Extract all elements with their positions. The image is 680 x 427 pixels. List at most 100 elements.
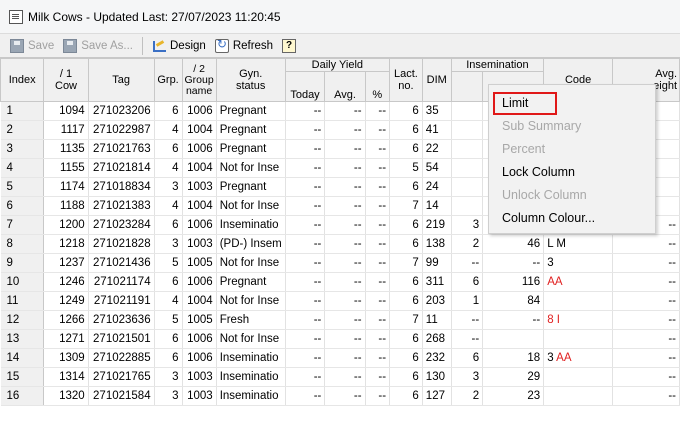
cell-group[interactable]: 1006 <box>182 139 217 159</box>
cell-percent[interactable]: -- <box>365 215 391 235</box>
cell-dim[interactable]: 127 <box>422 386 452 406</box>
cell-group[interactable]: 1003 <box>182 177 217 197</box>
cell-today[interactable]: -- <box>285 158 326 178</box>
cell-index[interactable]: 14 <box>0 348 45 368</box>
cell-tag[interactable]: 271021501 <box>88 329 155 349</box>
cell-tag[interactable]: 271021584 <box>88 386 155 406</box>
cell-tag[interactable]: 271018834 <box>88 177 155 197</box>
cell-avg[interactable]: -- <box>324 348 366 368</box>
cell-insemination-count[interactable]: 3 <box>451 367 484 387</box>
cell-cow[interactable]: 1188 <box>43 196 89 216</box>
cell-today[interactable]: -- <box>285 139 326 159</box>
cell-tag[interactable]: 271021814 <box>88 158 155 178</box>
cell-lact-no[interactable]: 7 <box>389 253 423 273</box>
cell-tag[interactable]: 271021174 <box>88 272 155 292</box>
cell-tag[interactable]: 271021828 <box>88 234 155 254</box>
cell-percent[interactable]: -- <box>365 367 391 387</box>
cell-dim[interactable]: 232 <box>422 348 452 368</box>
cell-insemination-count[interactable] <box>451 158 484 178</box>
cell-tag[interactable]: 271022885 <box>88 348 155 368</box>
save-as-button[interactable]: Save As... <box>63 38 133 53</box>
cell-avg-weight[interactable]: -- <box>612 348 680 368</box>
cell-code[interactable] <box>543 367 614 387</box>
cell-gyn-status[interactable]: Not for Inse <box>216 291 286 311</box>
cell-group[interactable]: 1004 <box>182 120 217 140</box>
cell-avg[interactable]: -- <box>324 158 366 178</box>
cell-today[interactable]: -- <box>285 234 326 254</box>
cell-index[interactable]: 6 <box>0 196 45 216</box>
cell-percent[interactable]: -- <box>365 386 391 406</box>
cell-lact-no[interactable]: 6 <box>389 386 423 406</box>
cell-grp[interactable]: 3 <box>154 367 183 387</box>
cell-dim[interactable]: 14 <box>422 196 452 216</box>
cell-today[interactable]: -- <box>285 329 326 349</box>
table-row[interactable]: 11 1249 271021191 4 1004 Not for Inse -- -- -- 6 2… <box>0 291 680 311</box>
cell-grp[interactable]: 5 <box>154 310 183 330</box>
cell-lact-no[interactable]: 6 <box>389 120 423 140</box>
cell-group[interactable]: 1006 <box>182 215 217 235</box>
help-button[interactable]: ? <box>282 38 300 53</box>
cell-gyn-status[interactable]: Inseminatio <box>216 367 286 387</box>
cell-insemination-count[interactable] <box>451 120 484 140</box>
cell-grp[interactable]: 3 <box>154 234 183 254</box>
cell-tag[interactable]: 271021191 <box>88 291 155 311</box>
cell-index[interactable]: 9 <box>0 253 45 273</box>
cell-insemination-count[interactable]: 1 <box>451 291 484 311</box>
cell-dim[interactable]: 11 <box>422 310 452 330</box>
cell-lact-no[interactable]: 5 <box>389 158 423 178</box>
cell-tag[interactable]: 271021763 <box>88 139 155 159</box>
col-header-today[interactable]: Today <box>284 71 326 102</box>
cell-insemination-count[interactable]: -- <box>451 253 484 273</box>
cell-dim[interactable]: 130 <box>422 367 452 387</box>
cell-lact-no[interactable]: 6 <box>389 367 423 387</box>
cell-insemination-days[interactable] <box>482 329 545 349</box>
cell-code[interactable]: 8 I <box>543 310 614 330</box>
cell-lact-no[interactable]: 7 <box>389 196 423 216</box>
cell-index[interactable]: 5 <box>0 177 45 197</box>
cell-gyn-status[interactable]: Pregnant <box>216 272 286 292</box>
cell-tag[interactable]: 271021765 <box>88 367 155 387</box>
cell-insemination-count[interactable]: 2 <box>451 386 484 406</box>
cell-insemination-days[interactable]: 84 <box>482 291 545 311</box>
cell-avg[interactable]: -- <box>324 215 366 235</box>
cell-cow[interactable]: 1246 <box>43 272 89 292</box>
cell-avg[interactable]: -- <box>324 367 366 387</box>
cell-dim[interactable]: 22 <box>422 139 452 159</box>
cell-dim[interactable]: 311 <box>422 272 452 292</box>
cell-index[interactable]: 15 <box>0 367 45 387</box>
cell-index[interactable]: 4 <box>0 158 45 178</box>
table-row[interactable]: 9 1237 271021436 5 1005 Not for Inse -- -- -- 7 99… <box>0 253 680 273</box>
cell-cow[interactable]: 1174 <box>43 177 89 197</box>
col-header-cow[interactable]: / 1 Cow <box>43 58 89 102</box>
cell-insemination-days[interactable]: -- <box>482 253 545 273</box>
cell-avg-weight[interactable]: -- <box>612 291 680 311</box>
cell-grp[interactable]: 6 <box>154 348 183 368</box>
col-header-avg[interactable]: Avg. <box>324 71 366 102</box>
cell-avg[interactable]: -- <box>324 234 366 254</box>
cell-index[interactable]: 11 <box>0 291 45 311</box>
cell-percent[interactable]: -- <box>365 234 391 254</box>
cell-avg[interactable]: -- <box>324 253 366 273</box>
cell-avg[interactable]: -- <box>324 196 366 216</box>
cell-percent[interactable]: -- <box>365 253 391 273</box>
cell-avg-weight[interactable]: -- <box>612 367 680 387</box>
cell-insemination-days[interactable]: 116 <box>482 272 545 292</box>
cell-percent[interactable]: -- <box>365 196 391 216</box>
cell-group[interactable]: 1003 <box>182 386 217 406</box>
table-row[interactable]: 12 1266 271023636 5 1005 Fresh -- -- -- 7 11 -- -- 8 … <box>0 310 680 330</box>
cell-dim[interactable]: 99 <box>422 253 452 273</box>
cell-avg[interactable]: -- <box>324 177 366 197</box>
cell-gyn-status[interactable]: Inseminatio <box>216 386 286 406</box>
cell-avg-weight[interactable]: -- <box>612 310 680 330</box>
col-header-lact-no[interactable]: Lact. no. <box>389 58 423 102</box>
cell-gyn-status[interactable]: Pregnant <box>216 177 286 197</box>
cell-gyn-status[interactable]: Inseminatio <box>216 215 286 235</box>
cell-dim[interactable]: 24 <box>422 177 452 197</box>
cell-insemination-days[interactable]: 46 <box>482 234 545 254</box>
cell-cow[interactable]: 1320 <box>43 386 89 406</box>
design-button[interactable]: Design <box>152 39 206 53</box>
cell-tag[interactable]: 271022987 <box>88 120 155 140</box>
cell-insemination-days[interactable]: 18 <box>482 348 545 368</box>
cell-lact-no[interactable]: 6 <box>389 101 423 121</box>
cell-code[interactable] <box>543 291 614 311</box>
